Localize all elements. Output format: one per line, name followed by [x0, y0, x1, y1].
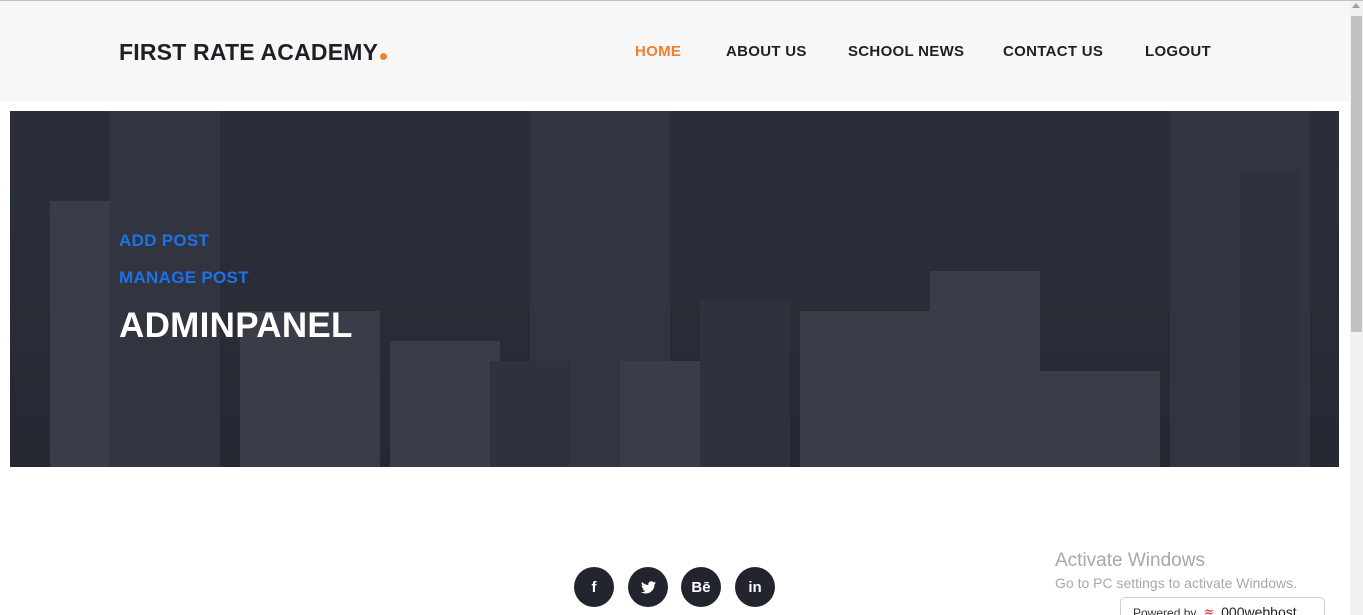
- facebook-icon: f: [591, 578, 597, 596]
- page-title: ADMINPANEL: [119, 306, 353, 345]
- powered-by-label: Powered by: [1133, 606, 1197, 615]
- scrollbar-thumb[interactable]: [1351, 16, 1362, 332]
- navbar: FIRST RATE ACADEMY HOME ABOUT US SCHOOL …: [0, 1, 1350, 101]
- hero-banner: ADD POST MANAGE POST ADMINPANEL: [10, 111, 1339, 467]
- facebook-button[interactable]: f: [574, 567, 614, 607]
- manage-post-link[interactable]: MANAGE POST: [119, 268, 249, 288]
- nav-contact-us[interactable]: CONTACT US: [1003, 43, 1103, 60]
- brand-logo[interactable]: FIRST RATE ACADEMY: [119, 39, 388, 66]
- city-skyline-background: [50, 111, 1310, 467]
- nav-logout[interactable]: LOGOUT: [1145, 43, 1211, 60]
- linkedin-button[interactable]: in: [735, 567, 775, 607]
- activate-subtitle: Go to PC settings to activate Windows.: [1055, 575, 1297, 591]
- behance-icon: Bē: [691, 578, 711, 596]
- scroll-up-arrow-icon[interactable]: [1352, 3, 1360, 8]
- nav-school-news[interactable]: SCHOOL NEWS: [848, 43, 964, 60]
- windows-activation-watermark: Activate Windows Go to PC settings to ac…: [1055, 550, 1297, 591]
- brand-dot-icon: [380, 53, 388, 60]
- powered-by-badge[interactable]: Powered by ≋ 000webhost: [1120, 597, 1325, 615]
- behance-button[interactable]: Bē: [681, 567, 721, 607]
- twitter-icon: [640, 580, 656, 593]
- activate-title: Activate Windows: [1055, 550, 1205, 571]
- webhost-name: 000webhost: [1221, 604, 1297, 615]
- webhost-logo-icon: ≋: [1203, 606, 1214, 615]
- twitter-button[interactable]: [628, 567, 668, 607]
- add-post-link[interactable]: ADD POST: [119, 231, 209, 251]
- linkedin-icon: in: [748, 578, 762, 596]
- nav-home[interactable]: HOME: [635, 43, 681, 60]
- brand-name[interactable]: FIRST RATE ACADEMY: [119, 39, 378, 65]
- nav-about-us[interactable]: ABOUT US: [726, 43, 807, 60]
